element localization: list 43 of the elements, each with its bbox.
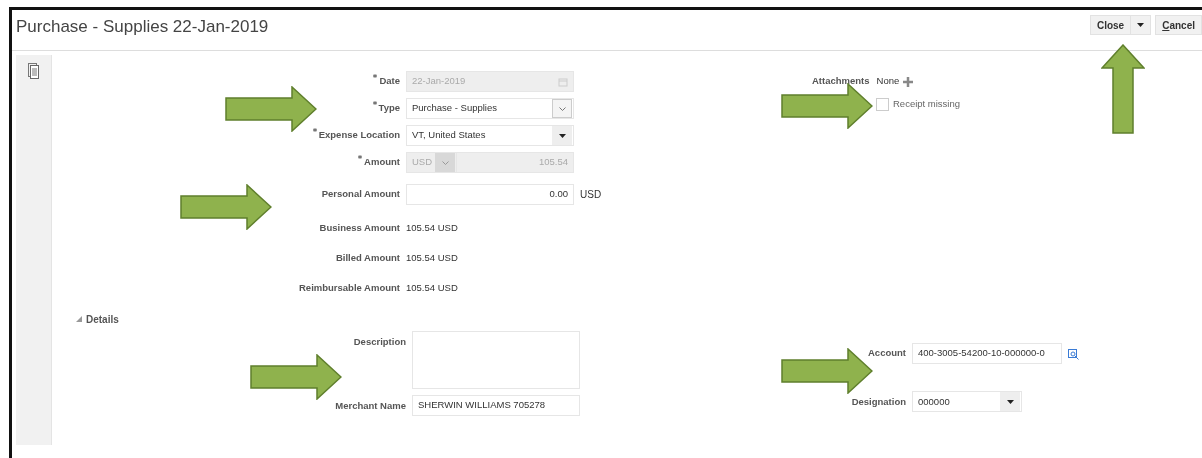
field-label: Business Amount: [319, 220, 400, 235]
currency-field: USD: [406, 152, 456, 173]
menu-button[interactable]: [1131, 15, 1152, 35]
input-field[interactable]: SHERWIN WILLIAMS 705278: [412, 395, 580, 416]
page-title: Purchase - Supplies 22-Jan-2019: [15, 16, 269, 38]
checkbox[interactable]: [876, 97, 889, 111]
chevron-icon[interactable]: [558, 106, 566, 111]
caret-icon[interactable]: [558, 133, 566, 138]
section-title: Details: [86, 312, 119, 327]
amount-value: 105.54 USD: [406, 220, 458, 235]
amount-value: 105.54 USD: [406, 280, 458, 295]
checkbox-label: Receipt missing: [893, 97, 961, 111]
caret-icon[interactable]: [1137, 23, 1145, 27]
dropdown-field[interactable]: VT, United States: [406, 125, 574, 146]
triangle-down-icon: [76, 316, 82, 322]
attachments-value: None: [876, 74, 900, 89]
close-button[interactable]: Close: [1089, 15, 1132, 35]
field-label: Expense Location: [318, 128, 400, 143]
unit-text: USD: [580, 189, 602, 200]
field-label: Type: [378, 101, 400, 116]
caret-icon[interactable]: [1006, 399, 1014, 404]
field-label: Amount: [364, 155, 400, 170]
field-label: Reimbursable Amount: [299, 280, 400, 295]
input-field[interactable]: 400-3005-54200-10-000000-0: [912, 342, 1062, 364]
dropdown-field[interactable]: 000000: [912, 391, 1022, 413]
field-label: Description: [353, 335, 406, 349]
date-field: 22-Jan-2019: [406, 71, 574, 92]
attachments-label: Attachments: [812, 74, 870, 89]
field-label: Merchant Name: [335, 399, 406, 413]
amount-value: 105.54 USD: [406, 250, 458, 265]
field-label: Date: [379, 74, 400, 89]
field-label: Billed Amount: [335, 250, 400, 265]
amount-field: 105.54: [456, 152, 574, 173]
field-label: Personal Amount: [321, 187, 400, 202]
document-icon[interactable]: [28, 63, 39, 79]
add-icon[interactable]: [903, 76, 914, 87]
cancel-button[interactable]: Cancel: [1155, 15, 1202, 35]
field-label: Account: [868, 346, 906, 361]
select-field[interactable]: Purchase - Supplies: [406, 98, 574, 119]
field-label: Designation: [851, 394, 906, 409]
search-icon[interactable]: [1068, 348, 1079, 360]
input-field[interactable]: 0.00: [406, 184, 574, 205]
disclosure-toggle[interactable]: Details: [76, 311, 119, 327]
